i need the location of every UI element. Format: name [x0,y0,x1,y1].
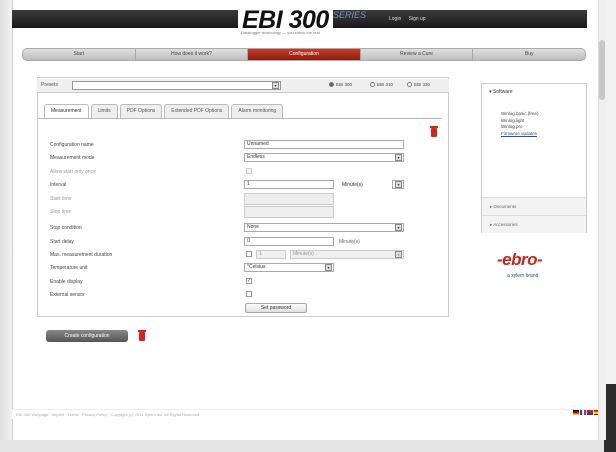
tab-measurement[interactable]: Measurement [44,104,89,118]
tab-limits[interactable]: Limits [90,104,118,118]
label-start-time: Start time [50,196,72,202]
tab-pdf-options[interactable]: PDF Options [119,104,163,118]
start-delay-input[interactable]: 0 [244,237,334,246]
temp-unit-value: °Celsius [247,264,266,270]
software-list: Winlog.basic (free) Winlog.light Winlog.… [501,111,539,137]
nav-tab-configuration[interactable]: Configuration [248,49,361,60]
max-duration-unit-value: Minute(s) [293,251,314,257]
max-duration-checkbox[interactable] [246,251,252,257]
left-shadow [0,0,12,452]
chevron-down-icon: ▾ [395,224,402,231]
label-measurement-mode: Measurement mode [50,155,95,161]
software-heading[interactable]: ▾ Software [489,89,513,95]
label-start-delay: Start delay [50,239,74,245]
label-interval: Interval [50,182,67,188]
config-name-input[interactable]: Unnamed [244,140,404,149]
radio-ebi330[interactable]: EBI 330 [407,82,430,87]
software-item[interactable]: Firmware updates [501,131,539,138]
config-subtabs: Measurement Limits PDF Options Extended … [44,104,285,118]
footer: EBI 300 Webpage · Imprint · Terms · Priv… [12,409,604,419]
scrollbar-thumb[interactable] [599,40,605,100]
browser-page: EBI 300 SERIES Datalogger technology — y… [0,0,616,452]
radio-label: EBI 310 [377,82,394,87]
signup-link[interactable]: Sign up [409,16,426,22]
software-title: Software [492,89,513,95]
sidebar-accessories[interactable]: ▸ Accessories [482,215,586,233]
chevron-down-icon: ▾ [395,251,402,258]
radio-ebi300[interactable]: EBI 300 [329,82,352,87]
chevron-down-icon: ▾ [395,181,402,188]
allow-start-once-checkbox[interactable] [246,168,252,174]
tab-extended-pdf[interactable]: Extended PDF Options [164,104,230,118]
flag-fr-icon[interactable] [580,410,586,415]
label-external-sensor: External sensor [50,292,85,298]
software-item[interactable]: Winlog.basic (free) [501,111,539,118]
create-configuration-button[interactable]: Create configuration [46,330,128,342]
stop-time-input[interactable] [244,206,334,218]
sidebar-documents[interactable]: ▸ Documents [482,197,586,215]
label-allow-start-once: Allow start only once [50,169,96,175]
preset-label: Presets [41,82,58,88]
interval-input[interactable]: 1 [244,180,334,189]
chevron-down-icon: ▾ [272,82,279,89]
flag-de-icon[interactable] [573,410,579,415]
radio-label: EBI 300 [336,82,353,87]
interval-unit: Minute(s) [342,182,363,188]
max-duration-input[interactable]: 1 [256,250,286,259]
max-duration-unit-select[interactable]: Minute(s) ▾ [290,250,404,259]
label-config-name: Configuration name [50,142,94,148]
xylem-tagline: a xylem brand [507,273,539,279]
nav-tab-buy[interactable]: Buy [473,49,585,60]
label-stop-condition: Stop condition [50,225,82,231]
stop-condition-value: None [247,224,259,230]
radio-ebi310[interactable]: EBI 310 [370,82,393,87]
label-max-duration: Max. measurement duration [50,252,113,258]
flag-gb-icon[interactable] [587,410,593,415]
measurement-mode-value: Endless [247,154,265,160]
trash-icon[interactable] [138,330,146,341]
chevron-down-icon: ▾ [325,264,332,271]
ebro-logo[interactable]: -ebro- [497,250,543,270]
label-stop-time: Stop time [50,209,72,215]
radio-dot [370,82,375,87]
nav-tab-review[interactable]: Review a Cure [361,49,474,60]
bottom-strip [0,440,616,452]
preset-select[interactable]: ▾ [72,81,281,90]
nav-tab-start[interactable]: Start [23,49,136,60]
tab-alarm-monitoring[interactable]: Alarm monitoring [231,104,284,118]
interval-unit-select[interactable]: ▾ [392,180,404,189]
measurement-mode-select[interactable]: Endless ▾ [244,153,404,162]
tagline: Datalogger technology — you check the re… [241,30,320,35]
start-time-input[interactable] [244,193,334,205]
login-link[interactable]: Login [389,16,401,22]
radio-dot [407,82,412,87]
section-label: Documents [493,204,517,209]
language-flags [572,410,600,415]
radio-dot [329,82,334,87]
label-enable-display: Enable display [50,279,83,285]
nav-tab-how-it-works[interactable]: How does it work? [136,49,249,60]
section-label: Accessories [493,222,518,227]
label-temp-unit: Temperature unit [50,265,88,271]
main-nav: Start How does it work? Configuration Re… [22,48,586,61]
external-sensor-checkbox[interactable] [246,291,252,297]
stop-condition-select[interactable]: None ▾ [244,223,404,232]
top-links: Login Sign up [389,16,432,22]
trash-icon[interactable] [430,126,438,137]
set-password-button[interactable]: Set password [245,303,307,313]
tab-divider [38,118,442,119]
logo-suffix: SERIES [333,10,367,20]
chevron-down-icon: ▾ [395,154,402,161]
start-delay-unit: Minute(s) [339,239,360,245]
temp-unit-select[interactable]: °Celsius ▾ [244,263,334,272]
enable-display-checkbox[interactable]: ✓ [246,278,252,284]
radio-label: EBI 330 [414,82,431,87]
